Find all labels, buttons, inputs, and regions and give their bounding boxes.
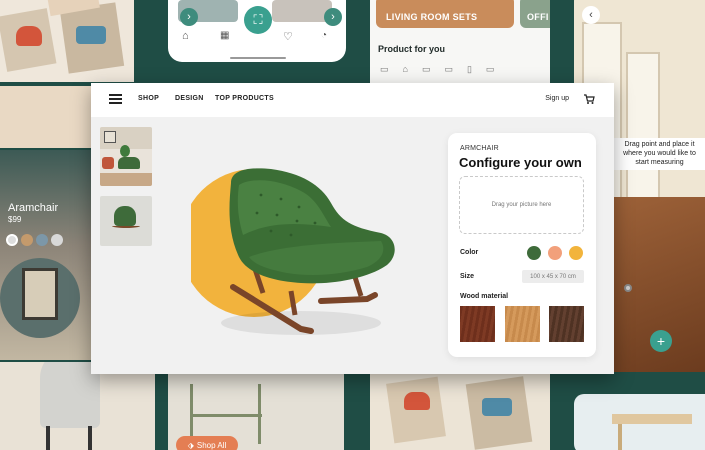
wood-swatch-mahogany[interactable] <box>460 306 495 342</box>
configurator-card: SHOP DESIGN TOP PRODUCTS Sign up ARMCHAI… <box>91 83 614 374</box>
nav-top-products[interactable]: TOP PRODUCTS <box>215 95 274 102</box>
wood-swatch-walnut[interactable] <box>549 306 584 342</box>
room-photo-bottom-left <box>0 362 155 450</box>
size-value[interactable]: 100 x 45 x 70 cm <box>522 270 584 283</box>
grid-icon[interactable]: ▦ <box>220 30 229 41</box>
back-arrow-icon[interactable]: ‹ <box>582 6 600 24</box>
scan-icon[interactable]: ⛶ <box>244 6 272 34</box>
nav-design[interactable]: DESIGN <box>175 95 204 102</box>
picture-dropzone[interactable]: Drag your picture here <box>459 176 584 234</box>
panel-title: Configure your own <box>459 155 582 170</box>
hamburger-icon[interactable] <box>109 94 122 104</box>
photo-tile <box>0 0 134 82</box>
armchair-3d-view[interactable] <box>191 165 406 340</box>
banner-office[interactable]: OFFI <box>527 12 549 22</box>
add-icon[interactable]: + <box>650 330 672 352</box>
shop-all-button[interactable]: ⬗ Shop All <box>176 436 238 450</box>
color-swatch-peach[interactable] <box>548 246 562 260</box>
color-swatch-green[interactable] <box>527 246 541 260</box>
phone-mockup-top: › › ⛶ ⌂ ▦ ♡ ◔ <box>168 0 346 62</box>
wood-material-label: Wood material <box>460 293 509 300</box>
top-nav: SHOP DESIGN TOP PRODUCTS Sign up <box>91 83 614 117</box>
wood-swatch-oak[interactable] <box>505 306 540 342</box>
tag-icon: ⬗ <box>187 440 194 450</box>
size-label: Size <box>460 273 475 280</box>
heart-icon[interactable]: ♡ <box>283 30 293 43</box>
photo-tile-left <box>0 86 92 148</box>
product-price: $99 <box>8 215 22 224</box>
banner-living-room[interactable]: LIVING ROOM SETS <box>386 12 477 22</box>
configure-panel: ARMCHAIR Configure your own Drag your pi… <box>448 133 596 357</box>
photo-collage-bottom <box>370 374 550 450</box>
thumbnail-room[interactable] <box>100 127 152 186</box>
shop-panel-top: LIVING ROOM SETS OFFI Product for you ▭⌂… <box>370 0 550 83</box>
arrow-right-icon[interactable]: › <box>324 8 342 26</box>
user-icon[interactable]: ◔ <box>321 30 327 41</box>
signup-link[interactable]: Sign up <box>545 95 569 102</box>
product-category: ARMCHAIR <box>460 145 499 152</box>
home-icon[interactable]: ⌂ <box>182 30 189 42</box>
cart-icon[interactable] <box>583 93 595 105</box>
product-tile-left: Aramchair $99 <box>0 150 92 360</box>
product-name: Aramchair <box>8 202 59 214</box>
color-swatches-row[interactable] <box>6 233 63 251</box>
thumbnail-chair[interactable] <box>100 196 152 246</box>
ar-hint: Drag point and place it where you would … <box>614 138 705 170</box>
arrow-right-icon[interactable]: › <box>180 8 198 26</box>
section-title: Product for you <box>378 44 445 54</box>
color-swatch-yellow[interactable] <box>569 246 583 260</box>
category-icons-row: ▭⌂▭▭▯▭ <box>380 64 509 74</box>
nav-shop[interactable]: SHOP <box>138 95 159 102</box>
table-photo-bottom-right <box>574 394 705 450</box>
color-label: Color <box>460 249 479 256</box>
